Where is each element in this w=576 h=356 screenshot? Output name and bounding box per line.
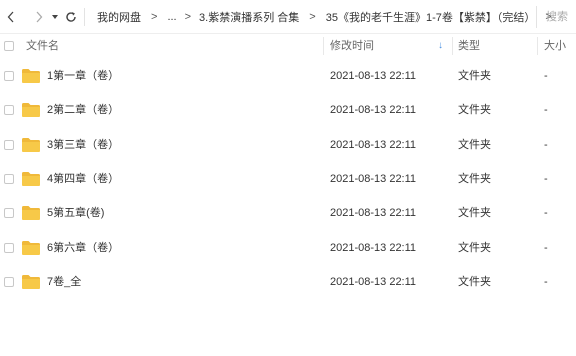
row-checkbox[interactable] bbox=[4, 276, 14, 287]
column-header-size[interactable]: 大小 bbox=[544, 34, 566, 58]
table-row[interactable]: 1第一章（卷） 2021-08-13 22:11 文件夹 - bbox=[0, 59, 576, 93]
toolbar-divider bbox=[84, 7, 85, 26]
file-type: 文件夹 bbox=[458, 70, 491, 82]
history-dropdown-button[interactable] bbox=[48, 7, 62, 27]
table-row[interactable]: 2第二章（卷） 2021-08-13 22:11 文件夹 - bbox=[0, 93, 576, 127]
breadcrumb-item-home[interactable]: 我的网盘 bbox=[97, 9, 141, 25]
back-button[interactable] bbox=[4, 7, 18, 27]
back-arrow-icon bbox=[7, 11, 15, 23]
file-type: 文件夹 bbox=[458, 275, 491, 288]
breadcrumb-separator: > bbox=[151, 10, 158, 23]
file-size: - bbox=[544, 241, 548, 254]
search-input[interactable]: 搜索 bbox=[536, 6, 576, 28]
file-type: 文件夹 bbox=[458, 104, 491, 117]
row-checkbox[interactable] bbox=[4, 71, 14, 81]
table-row[interactable]: 6第六章（卷） 2021-08-13 22:11 文件夹 - bbox=[0, 231, 576, 265]
column-divider bbox=[537, 37, 538, 55]
file-name[interactable]: 2第二章（卷） bbox=[47, 93, 119, 127]
column-header-type[interactable]: 类型 bbox=[458, 34, 480, 58]
breadcrumb-separator: > bbox=[309, 10, 316, 23]
sort-descending-icon: ↓ bbox=[438, 40, 443, 51]
folder-icon bbox=[22, 274, 40, 289]
file-name[interactable]: 3第三章（卷） bbox=[47, 128, 119, 162]
column-divider bbox=[323, 37, 324, 55]
file-name[interactable]: 4第四章（卷） bbox=[47, 162, 119, 196]
breadcrumb: 我的网盘 > ... > 3.紫禁演播系列 合集 > 35《我的老千生涯》1-7… bbox=[97, 9, 576, 25]
column-divider bbox=[452, 37, 453, 55]
chevron-down-icon bbox=[51, 13, 59, 21]
table-row[interactable]: 3第三章（卷） 2021-08-13 22:11 文件夹 - bbox=[0, 128, 576, 162]
file-size: - bbox=[544, 138, 548, 151]
file-list-header: 文件名 修改时间 ↓ 类型 大小 bbox=[0, 34, 576, 58]
breadcrumb-item-current[interactable]: 35《我的老千生涯》1-7卷【紫禁】（完结） bbox=[326, 9, 536, 25]
file-name[interactable]: 6第六章（卷） bbox=[47, 231, 119, 265]
row-checkbox[interactable] bbox=[4, 242, 14, 253]
row-checkbox[interactable] bbox=[4, 139, 14, 150]
folder-icon bbox=[22, 240, 40, 255]
select-all-checkbox[interactable] bbox=[4, 41, 14, 51]
forward-arrow-icon bbox=[35, 11, 43, 23]
row-checkbox[interactable] bbox=[4, 173, 14, 184]
file-size: - bbox=[544, 104, 548, 117]
file-modified-time: 2021-08-13 22:11 bbox=[330, 241, 417, 254]
file-size: - bbox=[544, 207, 548, 220]
table-row[interactable]: 5第五章(卷) 2021-08-13 22:11 文件夹 - bbox=[0, 196, 576, 230]
file-modified-time: 2021-08-13 22:11 bbox=[330, 172, 417, 185]
folder-icon bbox=[22, 69, 40, 83]
folder-icon bbox=[22, 206, 40, 221]
file-modified-time: 2021-08-13 22:11 bbox=[330, 104, 417, 117]
file-type: 文件夹 bbox=[458, 172, 491, 185]
file-name[interactable]: 7卷_全 bbox=[47, 265, 81, 299]
folder-icon bbox=[22, 137, 40, 152]
forward-button[interactable] bbox=[32, 7, 46, 27]
file-modified-time: 2021-08-13 22:11 bbox=[330, 275, 417, 288]
breadcrumb-item-collection[interactable]: 3.紫禁演播系列 合集 bbox=[199, 9, 299, 25]
column-header-modified[interactable]: 修改时间 bbox=[330, 34, 374, 58]
refresh-button[interactable] bbox=[64, 7, 78, 27]
file-size: - bbox=[544, 275, 548, 288]
file-type: 文件夹 bbox=[458, 207, 491, 220]
folder-icon bbox=[22, 103, 40, 118]
file-type: 文件夹 bbox=[458, 138, 491, 151]
file-modified-time: 2021-08-13 22:11 bbox=[330, 70, 417, 82]
folder-icon bbox=[22, 171, 40, 186]
file-name[interactable]: 5第五章(卷) bbox=[47, 196, 104, 230]
file-modified-time: 2021-08-13 22:11 bbox=[330, 207, 417, 220]
file-modified-time: 2021-08-13 22:11 bbox=[330, 138, 417, 151]
file-size: - bbox=[544, 172, 548, 185]
breadcrumb-separator: > bbox=[184, 10, 192, 23]
file-type: 文件夹 bbox=[458, 241, 491, 254]
file-size: - bbox=[544, 70, 548, 82]
row-checkbox[interactable] bbox=[4, 208, 14, 219]
toolbar: 我的网盘 > ... > 3.紫禁演播系列 合集 > 35《我的老千生涯》1-7… bbox=[0, 0, 576, 34]
column-header-name[interactable]: 文件名 bbox=[26, 34, 59, 58]
refresh-icon bbox=[65, 11, 77, 23]
file-name[interactable]: 1第一章（卷） bbox=[47, 59, 119, 93]
table-row[interactable]: 7卷_全 2021-08-13 22:11 文件夹 - bbox=[0, 265, 576, 299]
breadcrumb-item-ellipsis[interactable]: ... bbox=[167, 11, 176, 23]
table-row[interactable]: 4第四章（卷） 2021-08-13 22:11 文件夹 - bbox=[0, 162, 576, 196]
row-checkbox[interactable] bbox=[4, 105, 14, 116]
